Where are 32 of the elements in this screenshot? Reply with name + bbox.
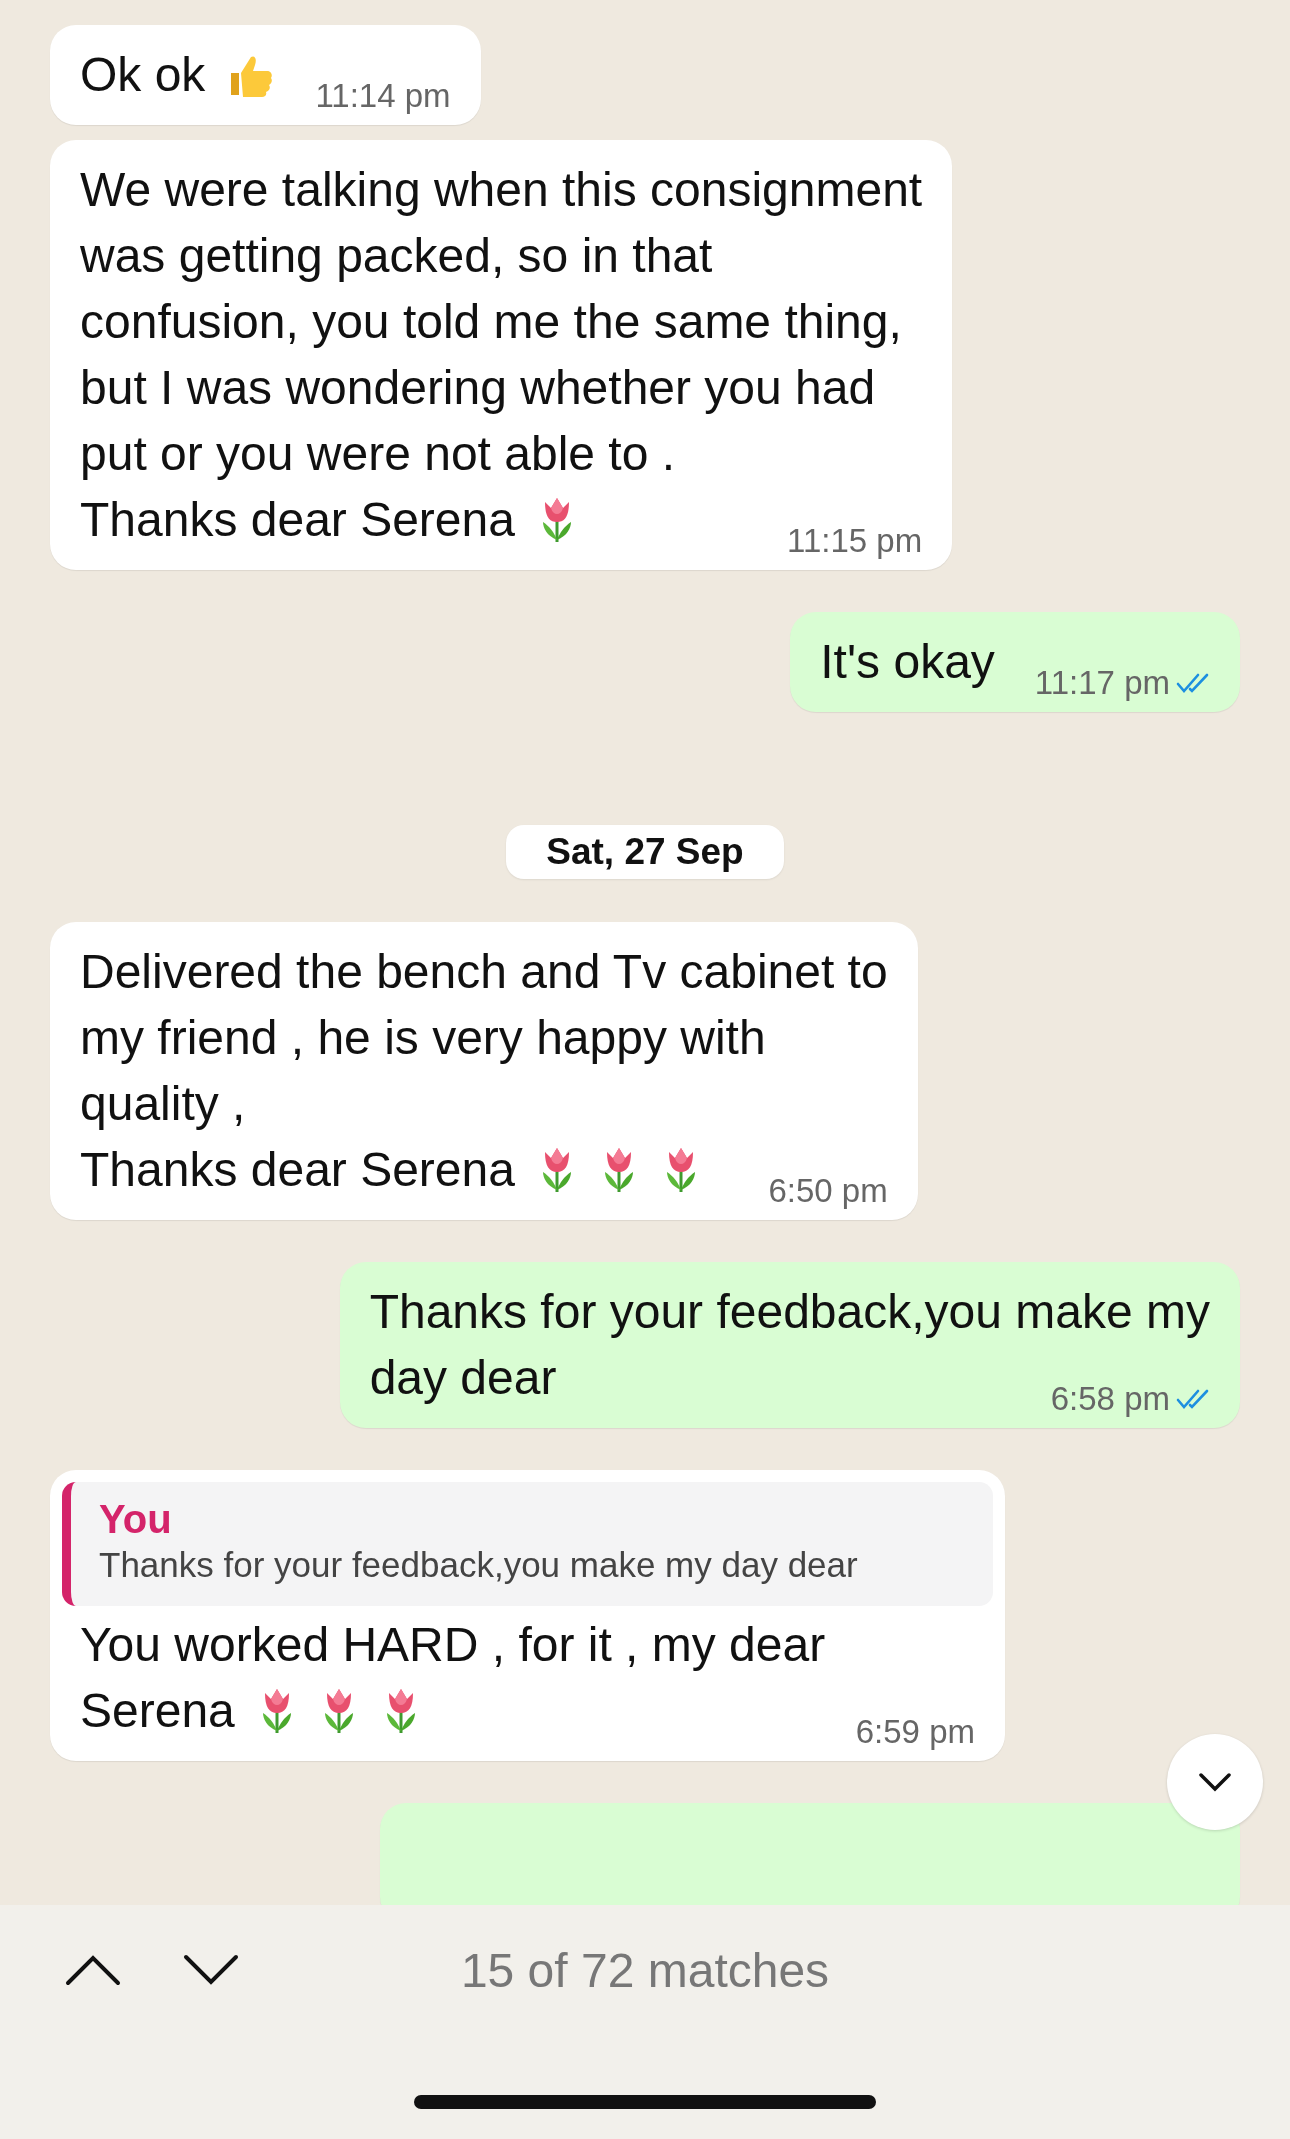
message-text: Thanks dear Serena bbox=[80, 1142, 515, 1198]
message-time: 6:50 pm bbox=[768, 1171, 888, 1211]
message-time: 6:58 pm bbox=[1050, 1379, 1170, 1419]
message-time: 11:15 pm bbox=[787, 521, 923, 561]
chevron-up-icon bbox=[65, 1954, 121, 1986]
message-text: It's okay bbox=[820, 634, 995, 690]
message-text: was getting packed, so in that bbox=[80, 228, 713, 284]
previous-match-button[interactable] bbox=[65, 1954, 121, 1986]
message-text: confusion, you told me the same thing, bbox=[80, 294, 902, 350]
next-match-button[interactable] bbox=[183, 1954, 239, 1986]
message-text: but I was wondering whether you had bbox=[80, 360, 876, 416]
message-time: 11:17 pm bbox=[1034, 663, 1170, 703]
message-text: We were talking when this consignment bbox=[80, 162, 923, 218]
quoted-message[interactable]: You Thanks for your feedback,you make my day dear bbox=[62, 1482, 993, 1606]
message-text: put or you were not able to . bbox=[80, 426, 676, 482]
message-text: quality , bbox=[80, 1076, 246, 1132]
date-label: Sat, 27 Sep bbox=[506, 825, 784, 879]
message-text: day dear bbox=[369, 1350, 557, 1406]
message-text: Thanks dear Serena bbox=[80, 492, 515, 548]
message-text: my friend , he is very happy with bbox=[80, 1010, 766, 1066]
quote-text: Thanks for your feedback,you make my day dear bbox=[99, 1544, 859, 1586]
quote-author: You bbox=[99, 1496, 173, 1542]
chevron-down-icon bbox=[1198, 1772, 1232, 1792]
message-text: Delivered the bench and Tv cabinet to bbox=[80, 944, 888, 1000]
message-text: Serena bbox=[80, 1683, 235, 1739]
message-text: Ok ok bbox=[80, 47, 206, 103]
message-time: 11:14 pm bbox=[315, 76, 451, 116]
match-count: 15 of 72 matches bbox=[460, 1942, 830, 1998]
message-text: You worked HARD , for it , my dear bbox=[80, 1617, 826, 1673]
message-text: Thanks for your feedback,you make my bbox=[369, 1284, 1210, 1340]
message-time: 6:59 pm bbox=[855, 1712, 975, 1752]
chevron-down-icon bbox=[183, 1954, 239, 1986]
